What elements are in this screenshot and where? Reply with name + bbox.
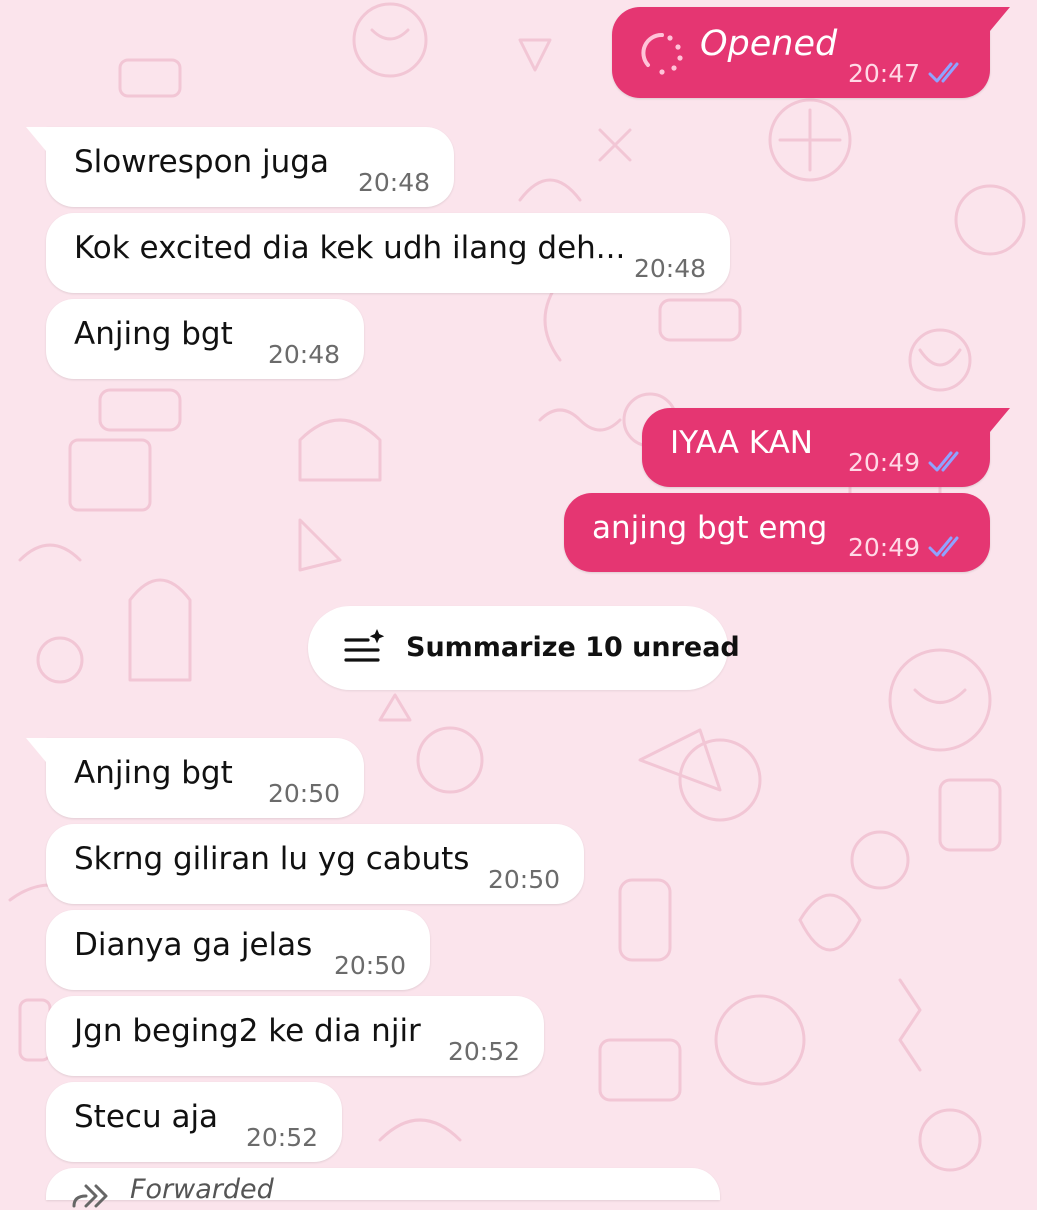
message-text: Jgn beging2 ke dia njir [74, 1013, 421, 1049]
outgoing-message[interactable]: anjing bgt emg 20:49 [564, 493, 990, 572]
incoming-message[interactable]: Jgn beging2 ke dia njir 20:52 [46, 996, 544, 1076]
message-text: IYAA KAN [670, 425, 813, 461]
summarize-label: Summarize 10 unread [406, 632, 740, 663]
message-time: 20:48 [267, 340, 340, 369]
message-text: Anjing bgt [74, 755, 233, 791]
forwarded-label: Forwarded [130, 1174, 274, 1205]
outgoing-message-view-once[interactable]: Opened 20:47 [612, 7, 1010, 98]
message-text: anjing bgt emg [592, 510, 828, 546]
message-time: 20:49 [847, 448, 920, 477]
incoming-message[interactable]: Slowrespon juga 20:48 [26, 127, 454, 207]
incoming-message[interactable]: Skrng giliran lu yg cabuts 20:50 [46, 824, 584, 904]
message-time: 20:50 [267, 779, 340, 808]
outgoing-message[interactable]: IYAA KAN 20:49 [642, 408, 1010, 487]
read-ticks-icon [928, 536, 959, 557]
read-ticks-icon [928, 451, 959, 472]
incoming-message[interactable]: Stecu aja 20:52 [46, 1082, 342, 1162]
message-time: 20:50 [333, 951, 406, 980]
summarize-unread-button[interactable]: Summarize 10 unread [308, 606, 740, 690]
incoming-message[interactable]: Dianya ga jelas 20:50 [46, 910, 430, 990]
message-text: Slowrespon juga [74, 144, 329, 180]
message-text: Skrng giliran lu yg cabuts [74, 841, 470, 877]
read-ticks-icon [928, 62, 959, 83]
message-time: 20:52 [447, 1037, 520, 1066]
message-text: Opened [700, 24, 838, 64]
incoming-message[interactable]: Anjing bgt 20:48 [46, 299, 364, 379]
incoming-message[interactable]: Anjing bgt 20:50 [26, 738, 364, 818]
forward-arrow-icon [72, 1184, 108, 1208]
message-time: 20:48 [633, 254, 706, 283]
incoming-forwarded-message[interactable]: Forwarded [46, 1168, 720, 1208]
view-once-spinner-icon [641, 32, 683, 75]
message-text: Kok excited dia kek udh ilang deh... [74, 230, 626, 266]
incoming-message[interactable]: Kok excited dia kek udh ilang deh... 20:… [46, 213, 730, 293]
message-time: 20:52 [245, 1123, 318, 1152]
message-text: Dianya ga jelas [74, 927, 313, 963]
message-text: Stecu aja [74, 1099, 219, 1135]
message-time: 20:47 [847, 59, 920, 88]
message-time: 20:50 [487, 865, 560, 894]
message-time: 20:49 [847, 533, 920, 562]
message-text: Anjing bgt [74, 316, 233, 352]
message-time: 20:48 [357, 168, 430, 197]
ai-summarize-icon [344, 629, 385, 662]
